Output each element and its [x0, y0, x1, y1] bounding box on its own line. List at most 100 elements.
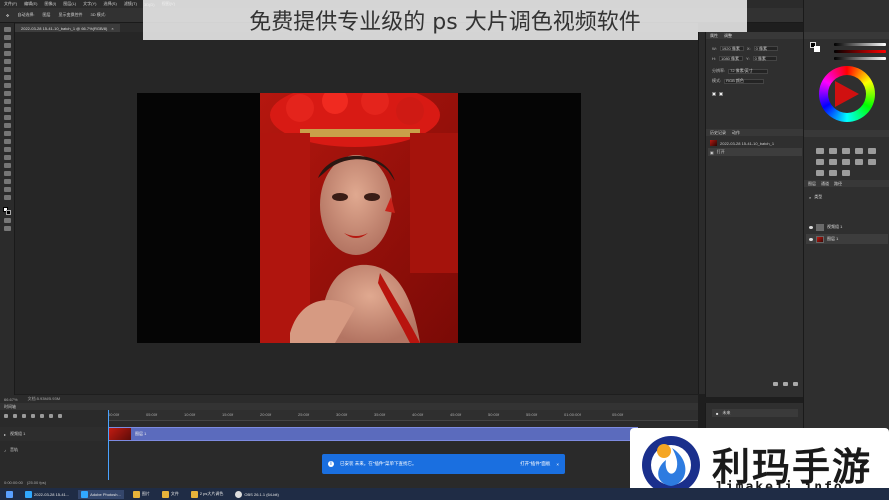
- menu-select[interactable]: 选择(S): [103, 1, 116, 7]
- color-triangle[interactable]: [835, 81, 859, 107]
- action-item[interactable]: ■ 未来: [712, 409, 798, 417]
- taskbar-item[interactable]: 2022-03-28 15-41...: [22, 490, 72, 499]
- mode-select[interactable]: RGB 颜色: [724, 78, 765, 84]
- guides-checkbox[interactable]: [719, 92, 723, 96]
- stamp-tool-icon[interactable]: [3, 99, 11, 104]
- menu-filter[interactable]: 滤镜(T): [124, 1, 137, 7]
- history-brush-tool-icon[interactable]: [3, 107, 11, 112]
- video-clip[interactable]: 图层 1: [108, 427, 638, 441]
- color-panel-header[interactable]: [804, 32, 889, 39]
- exposure-icon[interactable]: [855, 148, 863, 154]
- height-field[interactable]: 1080 像素: [719, 56, 743, 61]
- menu-edit[interactable]: 编辑(E): [24, 1, 37, 7]
- canvas-checkbox[interactable]: [712, 92, 716, 96]
- video-track-header[interactable]: ▸ 视频组 1: [0, 427, 108, 441]
- layer-select[interactable]: 图层: [42, 12, 50, 18]
- marquee-tool-icon[interactable]: [3, 35, 11, 40]
- saturation-slider[interactable]: [834, 50, 886, 53]
- close-icon[interactable]: ×: [556, 462, 559, 467]
- plugin-notification[interactable]: i 已安装 未来。在"插件"菜单下查找它。 打开"插件"面板 ×: [322, 454, 565, 474]
- photo-filter-icon[interactable]: [855, 159, 863, 165]
- tab-history[interactable]: 历史记录: [710, 130, 726, 136]
- transform-controls-toggle[interactable]: 显示变换控件: [58, 12, 82, 18]
- background-swatch[interactable]: [814, 46, 820, 52]
- taskbar-item[interactable]: 文件: [159, 490, 182, 499]
- menu-layer[interactable]: 图层(L): [63, 1, 76, 7]
- previous-frame-icon[interactable]: [13, 413, 17, 418]
- audio-track-header[interactable]: ♪ 音轨: [0, 445, 108, 455]
- visibility-eye-icon[interactable]: [809, 225, 813, 229]
- pen-tool-icon[interactable]: [3, 147, 11, 152]
- quick-mask-icon[interactable]: [3, 218, 11, 223]
- brush-tool-icon[interactable]: [3, 91, 11, 96]
- tab-properties[interactable]: 属性: [710, 33, 718, 39]
- tab-channels[interactable]: 通道: [821, 181, 829, 187]
- play-icon[interactable]: [22, 413, 26, 418]
- blur-tool-icon[interactable]: [3, 131, 11, 136]
- taskbar-item[interactable]: 2 ps大片调色: [188, 490, 227, 499]
- history-state[interactable]: ▣ 打开: [708, 148, 802, 156]
- type-tool-icon[interactable]: [3, 155, 11, 160]
- history-snapshot[interactable]: 2022-03-28 15-41-10_batch_1: [708, 139, 802, 147]
- next-frame-icon[interactable]: [31, 413, 35, 418]
- healing-brush-tool-icon[interactable]: [3, 83, 11, 88]
- edit-toolbar-icon[interactable]: [3, 195, 11, 200]
- close-icon[interactable]: ×: [111, 26, 113, 31]
- resolution-field[interactable]: 72 像素/英寸: [728, 68, 769, 74]
- current-time[interactable]: 0:00:00:00: [4, 480, 23, 485]
- trash-icon[interactable]: [793, 382, 798, 386]
- tab-actions[interactable]: 动作: [732, 130, 740, 136]
- document-tab[interactable]: 2022-03-28 15-41-10_batch_1 @ 66.7%(RGB/…: [15, 24, 120, 32]
- y-field[interactable]: 0 像素: [752, 56, 777, 61]
- menu-file[interactable]: 文件(F): [4, 1, 17, 7]
- tab-paths[interactable]: 路径: [834, 181, 842, 187]
- curves-icon[interactable]: [842, 148, 850, 154]
- eyedropper-tool-icon[interactable]: [3, 75, 11, 80]
- zoom-level[interactable]: 66.67%: [4, 397, 18, 402]
- timeline-ruler[interactable]: 00:00f 05:00f 10:00f 15:00f 20:00f 25:00…: [108, 410, 698, 421]
- screen-mode-icon[interactable]: [3, 226, 11, 231]
- path-select-tool-icon[interactable]: [3, 163, 11, 168]
- layer-row-image[interactable]: 图层 1: [806, 234, 888, 244]
- invert-icon[interactable]: [816, 170, 824, 176]
- color-swatches[interactable]: [3, 207, 11, 215]
- timeline-title[interactable]: 时间轴: [4, 404, 16, 410]
- taskbar-item[interactable]: Adobe Photosh...: [78, 489, 124, 499]
- frame-tool-icon[interactable]: [3, 67, 11, 72]
- layer-row-group[interactable]: 视频组 1: [806, 222, 888, 232]
- playhead[interactable]: [108, 410, 109, 480]
- color-balance-icon[interactable]: [829, 159, 837, 165]
- gradient-tool-icon[interactable]: [3, 123, 11, 128]
- lasso-tool-icon[interactable]: [3, 43, 11, 48]
- brightness-contrast-icon[interactable]: [816, 148, 824, 154]
- auto-select-label[interactable]: 自动选择:: [17, 12, 34, 18]
- hue-saturation-icon[interactable]: [816, 159, 824, 165]
- crop-tool-icon[interactable]: [3, 59, 11, 64]
- threshold-icon[interactable]: [842, 170, 850, 176]
- brightness-slider[interactable]: [834, 57, 886, 60]
- x-field[interactable]: 0 像素: [753, 46, 778, 51]
- visibility-eye-icon[interactable]: [809, 237, 813, 241]
- hand-tool-icon[interactable]: [3, 179, 11, 184]
- new-document-icon[interactable]: [773, 382, 778, 386]
- background-color-swatch[interactable]: [6, 210, 11, 215]
- width-field[interactable]: 1920 像素: [719, 46, 744, 51]
- tab-layers[interactable]: 图层: [808, 181, 816, 187]
- camera-icon[interactable]: [783, 382, 788, 386]
- go-to-first-frame-icon[interactable]: [4, 413, 8, 418]
- audio-icon[interactable]: [40, 413, 44, 418]
- collapsed-panel-strip[interactable]: [698, 32, 705, 394]
- zoom-tool-icon[interactable]: [3, 187, 11, 192]
- start-button[interactable]: [3, 490, 16, 499]
- channel-mixer-icon[interactable]: [868, 159, 876, 165]
- dodge-tool-icon[interactable]: [3, 139, 11, 144]
- hue-slider[interactable]: [834, 43, 886, 46]
- eraser-tool-icon[interactable]: [3, 115, 11, 120]
- posterize-icon[interactable]: [829, 170, 837, 176]
- vibrance-icon[interactable]: [868, 148, 876, 154]
- menu-image[interactable]: 图像(I): [44, 1, 56, 7]
- canvas-area[interactable]: [15, 32, 698, 394]
- adjustments-header[interactable]: [804, 130, 889, 137]
- open-plugins-panel-link[interactable]: 打开"插件"面板: [520, 461, 550, 467]
- tab-adjustments[interactable]: 调整: [724, 33, 732, 39]
